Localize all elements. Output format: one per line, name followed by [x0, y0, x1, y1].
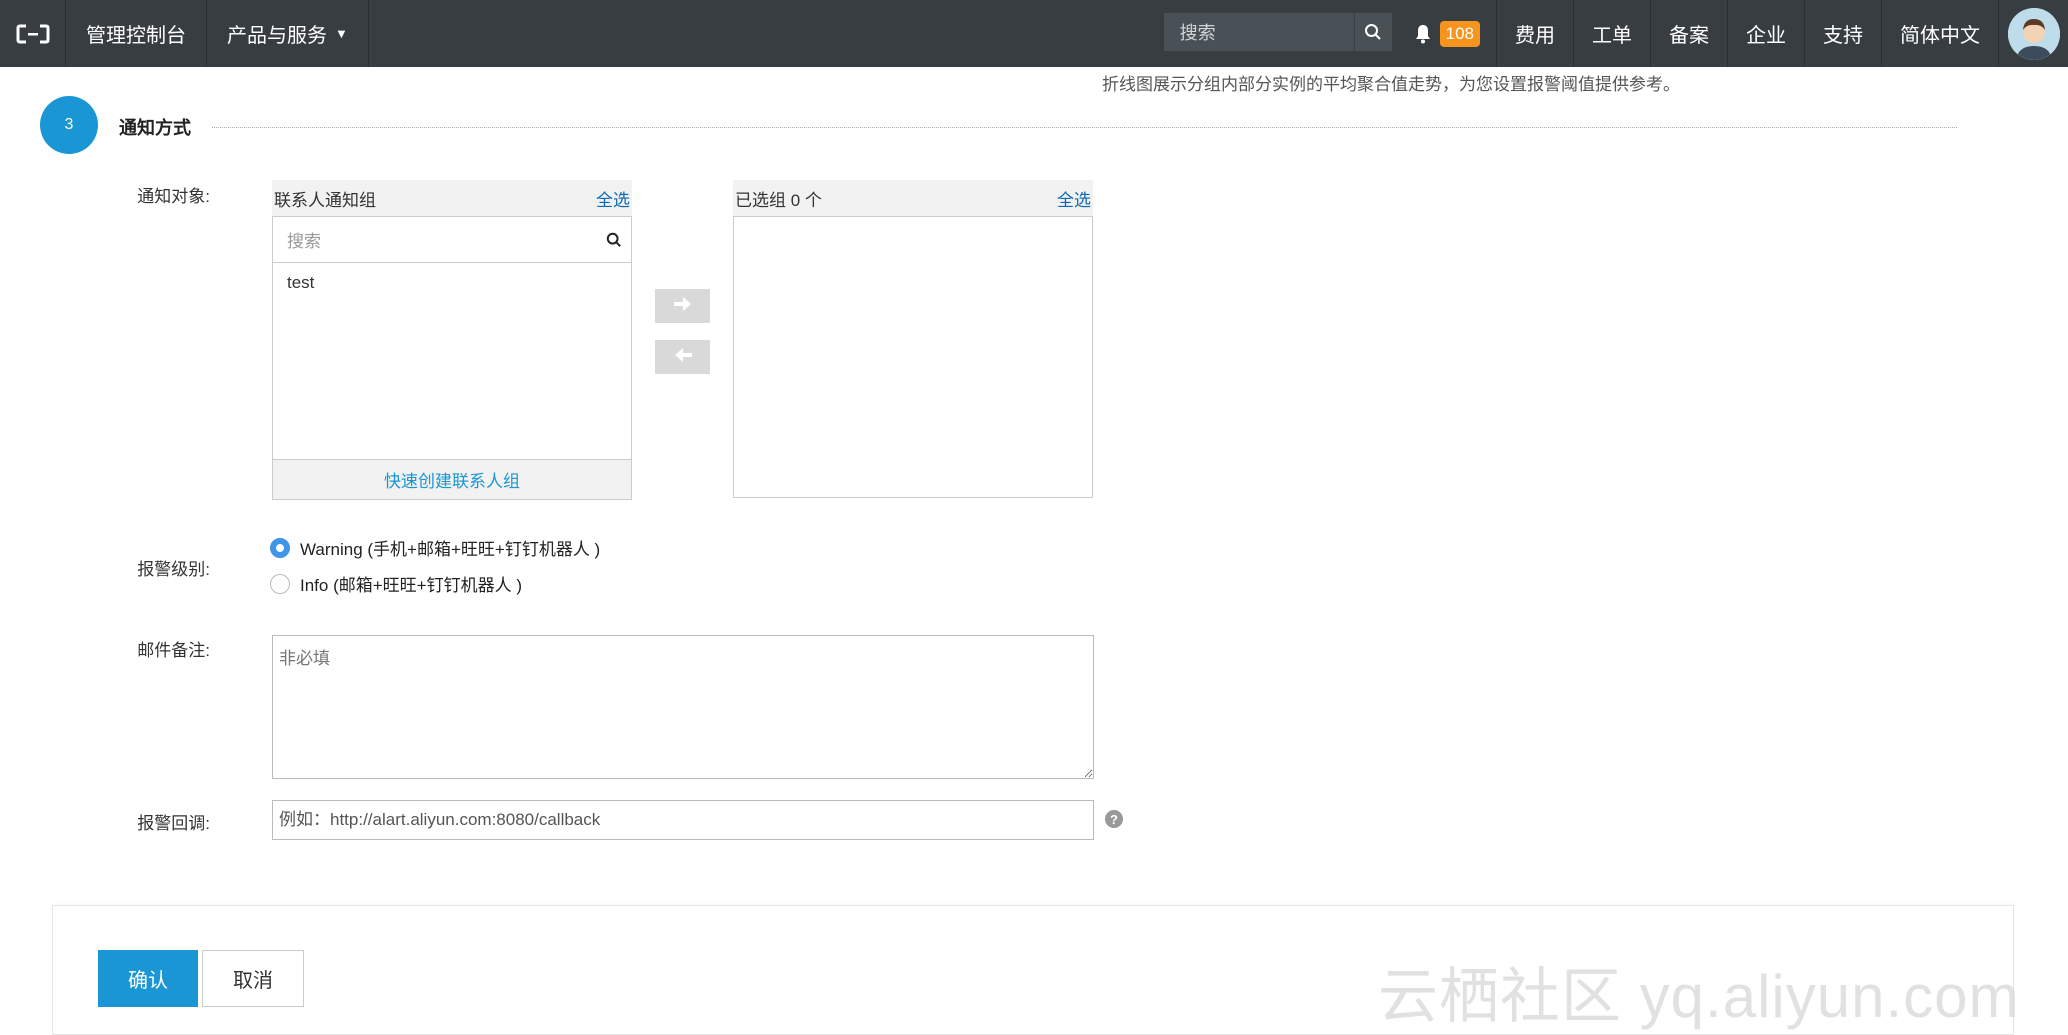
contact-group-source-list: 联系人通知组 全选 搜索 test 快速创建联系人组: [272, 180, 632, 500]
radio-info-label: Info (邮箱+旺旺+钉钉机器人 ): [300, 576, 522, 595]
email-note-textarea[interactable]: [272, 635, 1094, 779]
selected-select-all-link[interactable]: 全选: [1057, 186, 1091, 211]
step-title: 通知方式: [119, 118, 191, 138]
contact-group-search-input[interactable]: 搜索: [287, 227, 597, 252]
selected-list-header: 已选组 0 个 全选: [733, 180, 1093, 216]
global-search[interactable]: 搜索: [1163, 13, 1392, 51]
radio-warning-button[interactable]: [270, 537, 290, 558]
bell-icon[interactable]: [1392, 0, 1440, 67]
move-left-button[interactable]: [655, 340, 710, 374]
products-label: 产品与服务: [227, 25, 327, 47]
selected-list-title: 已选组 0 个: [735, 190, 822, 210]
nav-enterprise[interactable]: 企业: [1727, 0, 1804, 67]
step-divider: [212, 127, 1957, 128]
radio-info[interactable]: Info (邮箱+旺旺+钉钉机器人 ): [270, 571, 522, 596]
help-question-icon[interactable]: ?: [1105, 810, 1123, 828]
contact-group-search[interactable]: 搜索: [273, 217, 631, 263]
nav-icp-filing[interactable]: 备案: [1650, 0, 1727, 67]
callback-url-input[interactable]: [272, 800, 1094, 840]
alarm-level-label: 报警级别:: [137, 560, 210, 579]
radio-warning-label: Warning (手机+邮箱+旺旺+钉钉机器人 ): [300, 540, 601, 559]
nav-billing[interactable]: 费用: [1496, 0, 1573, 67]
nav-language[interactable]: 简体中文: [1881, 0, 1998, 67]
site-watermark: 云栖社区 yq.aliyun.com: [1378, 963, 2020, 1030]
user-avatar[interactable]: [2007, 7, 2060, 60]
top-navigation-bar: 管理控制台 产品与服务 ▼ 搜索 108 费用 工单 备案 企业 支持 简体中文: [0, 0, 2068, 67]
notify-target-label: 通知对象:: [137, 187, 210, 206]
console-label: 管理控制台: [86, 25, 186, 47]
confirm-button[interactable]: 确认: [98, 950, 198, 1007]
arrow-left-icon: [674, 347, 692, 367]
arrow-right-icon: [673, 296, 692, 316]
selected-list-body[interactable]: [733, 216, 1093, 498]
chart-hint-text: 折线图展示分组内部分实例的平均聚合值走势，为您设置报警阈值提供参考。: [1102, 75, 1680, 94]
console-link[interactable]: 管理控制台: [66, 0, 207, 67]
step-number-badge: 3: [40, 96, 98, 154]
move-right-button[interactable]: [655, 289, 710, 323]
quick-create-contact-group-link[interactable]: 快速创建联系人组: [272, 460, 632, 500]
nav-tickets[interactable]: 工单: [1573, 0, 1650, 67]
callback-label: 报警回调:: [137, 814, 210, 833]
search-input[interactable]: 搜索: [1180, 19, 1354, 45]
nav-support[interactable]: 支持: [1804, 0, 1881, 67]
aliyun-logo-icon[interactable]: [0, 0, 66, 67]
list-item[interactable]: test: [273, 263, 631, 303]
cancel-button[interactable]: 取消: [202, 950, 304, 1007]
search-icon[interactable]: [597, 232, 631, 248]
radio-warning[interactable]: Warning (手机+邮箱+旺旺+钉钉机器人 ): [270, 535, 600, 560]
email-note-label: 邮件备注:: [137, 641, 210, 660]
search-icon[interactable]: [1353, 13, 1392, 51]
notification-badge[interactable]: 108: [1439, 20, 1480, 47]
radio-info-button[interactable]: [270, 573, 290, 594]
source-list-title: 联系人通知组: [274, 190, 376, 210]
source-list-header: 联系人通知组 全选: [272, 180, 632, 216]
source-select-all-link[interactable]: 全选: [596, 186, 630, 211]
products-services-dropdown[interactable]: 产品与服务 ▼: [207, 0, 369, 67]
caret-down-icon: ▼: [335, 26, 348, 41]
contact-group-selected-list: 已选组 0 个 全选: [733, 180, 1093, 498]
